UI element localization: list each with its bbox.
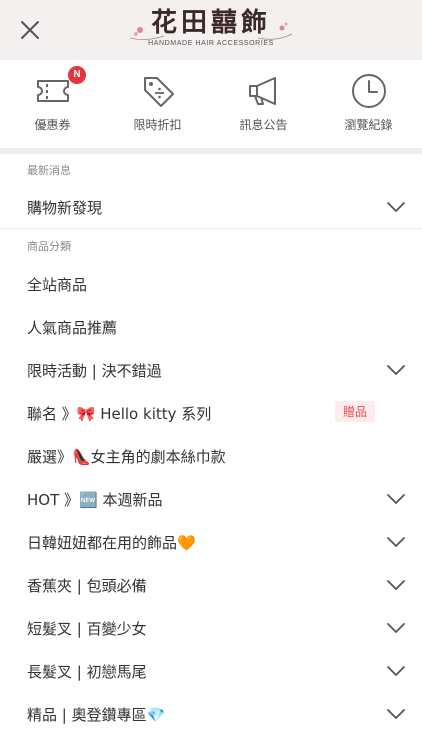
- menu-item-banana-clip[interactable]: 香蕉夾 | 包頭必備: [0, 563, 422, 606]
- menu-item-label: 嚴選》👠女主角的劇本絲巾款: [27, 448, 226, 466]
- menu-item-label: 購物新發現: [27, 199, 103, 217]
- chevron-down-icon: [387, 202, 405, 212]
- shortcut-label: 訊息公告: [239, 118, 288, 132]
- menu-item-long-hair-fork[interactable]: 長髮叉 | 初戀馬尾: [0, 649, 422, 692]
- brand-logo[interactable]: 花田囍飾 HANDMADE HAIR ACCESSORIES: [126, 6, 296, 56]
- menu-item-limited-events[interactable]: 限時活動 | 決不錯過: [0, 348, 422, 391]
- menu-item-popular[interactable]: 人氣商品推薦: [0, 305, 422, 348]
- menu-item-jk-accessories[interactable]: 日韓妞妞都在用的飾品🧡: [0, 520, 422, 563]
- close-button[interactable]: [14, 14, 46, 46]
- chevron-down-icon: [387, 623, 405, 633]
- menu-item-hello-kitty[interactable]: 聯名 》🎀 Hello kitty 系列 贈品: [0, 391, 422, 434]
- shortcut-bar: N 優惠券 限時折扣 訊息公告 瀏覽紀錄: [0, 60, 422, 148]
- menu-item-label: 長髮叉 | 初戀馬尾: [27, 663, 147, 681]
- menu-item-label: 香蕉夾 | 包頭必備: [27, 577, 147, 595]
- close-icon: [21, 21, 39, 39]
- discount-tag-icon: [144, 77, 174, 107]
- menu-item-short-hair-fork[interactable]: 短髮叉 | 百變少女: [0, 606, 422, 649]
- chevron-down-icon: [387, 494, 405, 504]
- shortcut-label: 限時折扣: [133, 118, 182, 132]
- menu-item-label: 精品 | 奧登鑽專區💎: [27, 706, 166, 724]
- gift-tag: 贈品: [335, 401, 376, 422]
- clock-icon: [352, 74, 386, 108]
- menu-item-label: 聯名 》🎀 Hello kitty 系列: [27, 405, 212, 423]
- menu-item-premium-diamond[interactable]: 精品 | 奧登鑽專區💎: [0, 692, 422, 735]
- logo-title: 花田囍飾: [150, 8, 271, 38]
- menu-item-label: 日韓妞妞都在用的飾品🧡: [27, 534, 196, 552]
- chevron-down-icon: [387, 537, 405, 547]
- menu-item-all-products[interactable]: 全站商品: [0, 262, 422, 305]
- section-divider: [0, 148, 422, 154]
- menu-item-silk-scarf[interactable]: 嚴選》👠女主角的劇本絲巾款: [0, 434, 422, 477]
- shortcut-history[interactable]: 瀏覽紀錄: [316, 60, 421, 148]
- menu-item-label: 限時活動 | 決不錯過: [27, 362, 162, 380]
- menu-item-label: 短髮叉 | 百變少女: [27, 620, 147, 638]
- shortcut-label: 優惠券: [34, 118, 71, 132]
- shortcut-discount[interactable]: 限時折扣: [105, 60, 210, 148]
- app-header: 花田囍飾 HANDMADE HAIR ACCESSORIES: [0, 0, 422, 60]
- chevron-down-icon: [387, 709, 405, 719]
- ticket-icon: [37, 80, 69, 102]
- new-badge: N: [68, 66, 86, 84]
- menu-item-label: 全站商品: [27, 276, 88, 294]
- section-title-news: 最新消息: [27, 164, 71, 177]
- shortcut-label: 瀏覽紀錄: [344, 118, 393, 132]
- megaphone-icon: [249, 77, 276, 105]
- menu-item-label: 人氣商品推薦: [27, 319, 118, 337]
- menu-item-shopping-discover[interactable]: 購物新發現: [0, 185, 422, 228]
- chevron-down-icon: [387, 580, 405, 590]
- menu-item-new-this-week[interactable]: HOT 》🆕 本週新品: [0, 477, 422, 520]
- menu-item-label: HOT 》🆕 本週新品: [27, 491, 163, 509]
- shortcut-announcements[interactable]: 訊息公告: [211, 60, 316, 148]
- shortcut-coupon[interactable]: N 優惠券: [0, 60, 105, 148]
- logo-subtitle: HANDMADE HAIR ACCESSORIES: [148, 40, 274, 47]
- chevron-down-icon: [387, 666, 405, 676]
- chevron-down-icon: [387, 365, 405, 375]
- divider: [0, 228, 422, 229]
- section-title-category: 商品分類: [27, 240, 71, 253]
